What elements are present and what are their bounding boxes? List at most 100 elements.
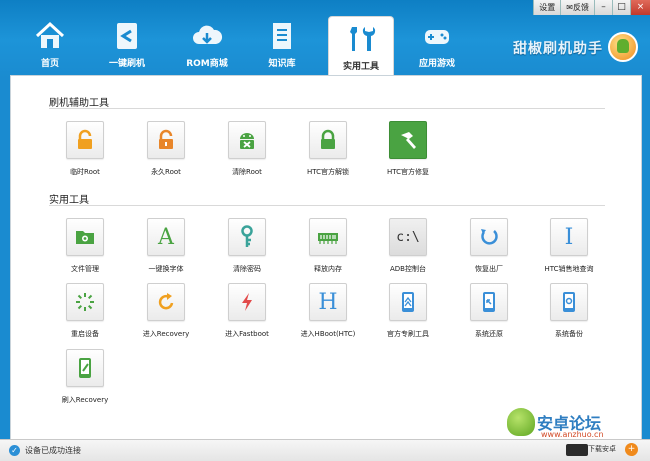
memory-icon — [318, 233, 338, 244]
tools-panel: 刷机辅助工具 临时Root 永久Root 清除Root HTC官方解锁 HTC官… — [10, 75, 642, 441]
tool-label: 释放内存 — [314, 265, 342, 273]
home-icon — [35, 21, 65, 48]
settings-button[interactable]: 设置 — [533, 0, 561, 15]
section-title-flash-tools: 刷机辅助工具 — [49, 98, 109, 109]
plus-icon: + — [625, 443, 638, 456]
hammer-icon — [401, 132, 416, 149]
brand-title: 甜椒刷机助手 — [513, 41, 603, 57]
console-icon: c:\ — [396, 229, 420, 245]
close-button[interactable]: × — [630, 0, 650, 15]
restore-icon — [481, 229, 498, 245]
tool-reboot-device[interactable]: 重启设备 — [50, 283, 120, 339]
tool-label: 系统还原 — [475, 330, 503, 338]
tool-official-flash[interactable]: 官方专刷工具 — [373, 283, 443, 339]
tool-enter-hboot[interactable]: H 进入HBoot(HTC) — [293, 283, 363, 339]
document-icon — [273, 23, 291, 49]
reboot-icon — [76, 293, 94, 311]
divider — [49, 205, 605, 206]
download-label: 下载安卓 — [588, 445, 616, 453]
lock-icon — [321, 129, 335, 149]
brand-logo-icon — [608, 32, 638, 62]
tab-rom-store[interactable]: ROM商城 — [175, 14, 239, 74]
tool-label: 重启设备 — [71, 330, 99, 338]
tool-label: ADB控制台 — [390, 265, 426, 273]
tool-label: 清除Root — [232, 168, 262, 176]
tab-knowledge-label: 知识库 — [268, 59, 296, 69]
app-window: 设置 ✉反馈 – □ × 首页 一键刷机 ROM商城 知识库 实用工具 应用游戏 — [0, 0, 650, 461]
watermark-url: www.anzhuo.cn — [541, 430, 604, 439]
tool-label: 一键换字体 — [148, 265, 184, 273]
tool-label: 文件管理 — [71, 265, 99, 273]
unlock-icon — [159, 129, 173, 149]
tool-flash-recovery[interactable]: 刷入Recovery — [50, 349, 120, 405]
tool-label: 进入Recovery — [142, 330, 190, 338]
tool-system-restore[interactable]: 系统还原 — [454, 283, 524, 339]
status-text: 设备已成功连接 — [25, 446, 81, 455]
tool-label: 进入Fastboot — [225, 330, 269, 338]
tab-rom-store-label: ROM商城 — [186, 59, 228, 69]
tool-label: 永久Root — [151, 168, 181, 176]
key-icon — [241, 225, 253, 247]
tool-file-manager[interactable]: 文件管理 — [50, 218, 120, 274]
tool-adb-console[interactable]: c:\ ADB控制台 — [373, 218, 443, 274]
info-icon: I — [564, 224, 574, 250]
tool-temp-root[interactable]: 临时Root — [50, 121, 120, 177]
tool-enter-fastboot[interactable]: 进入Fastboot — [212, 283, 282, 339]
tool-label: 临时Root — [70, 168, 100, 176]
tab-flash[interactable]: 一键刷机 — [95, 14, 159, 74]
tab-knowledge[interactable]: 知识库 — [250, 14, 314, 74]
refresh-icon — [158, 293, 174, 310]
tool-label: 恢复出厂 — [475, 265, 503, 273]
tool-factory-reset[interactable]: 恢复出厂 — [454, 218, 524, 274]
tool-perm-root[interactable]: 永久Root — [131, 121, 201, 177]
tool-label: 清除密码 — [233, 265, 261, 273]
tool-system-backup[interactable]: 系统备份 — [534, 283, 604, 339]
android-remove-icon — [240, 133, 254, 149]
feedback-icon: ✉ — [566, 3, 573, 12]
tool-label: 系统备份 — [555, 330, 583, 338]
system-restore-icon — [483, 292, 495, 312]
tool-label: 刷入Recovery — [61, 396, 109, 404]
unlock-icon — [78, 129, 92, 149]
main-nav: 首页 一键刷机 ROM商城 知识库 实用工具 应用游戏 — [0, 14, 520, 76]
tool-clear-password[interactable]: 清除密码 — [212, 218, 282, 274]
feedback-label: 反馈 — [573, 3, 589, 12]
gamepad-icon — [425, 30, 449, 44]
android-robot-icon — [507, 408, 535, 436]
feedback-button[interactable]: ✉反馈 — [560, 0, 594, 15]
tool-htc-repair[interactable]: HTC官方修复 — [373, 121, 443, 177]
tab-flash-label: 一键刷机 — [108, 59, 145, 69]
tool-htc-sales-lookup[interactable]: I HTC销售地查询 — [534, 218, 604, 274]
tool-label: HTC官方解锁 — [306, 168, 350, 176]
minimize-button[interactable]: – — [594, 0, 612, 15]
maximize-button[interactable]: □ — [612, 0, 630, 15]
download-icon — [566, 444, 588, 456]
tab-tools[interactable]: 实用工具 — [328, 16, 394, 76]
tab-apps-games[interactable]: 应用游戏 — [405, 14, 469, 74]
tool-label: HTC销售地查询 — [544, 265, 594, 273]
divider — [49, 108, 605, 109]
phone-flash-icon — [402, 292, 414, 312]
system-backup-icon — [563, 292, 575, 312]
cloud-download-icon — [193, 25, 223, 44]
tool-change-font[interactable]: A 一键换字体 — [131, 218, 201, 274]
tool-htc-unlock[interactable]: HTC官方解锁 — [293, 121, 363, 177]
tool-clear-root[interactable]: 清除Root — [212, 121, 282, 177]
tool-label: 进入HBoot(HTC) — [300, 330, 356, 338]
tool-label: 官方专刷工具 — [387, 330, 429, 338]
section-title-utilities: 实用工具 — [49, 195, 89, 206]
tool-free-memory[interactable]: 释放内存 — [293, 218, 363, 274]
status-bar: ✓ 设备已成功连接 — [0, 439, 650, 461]
check-icon: ✓ — [9, 445, 20, 456]
tab-apps-games-label: 应用游戏 — [418, 59, 455, 69]
tab-home-label: 首页 — [40, 59, 59, 69]
folder-icon — [76, 231, 94, 244]
tool-label: HTC官方修复 — [386, 168, 430, 176]
lightning-icon — [242, 293, 252, 311]
tab-tools-label: 实用工具 — [342, 62, 379, 72]
hboot-icon: H — [318, 289, 338, 315]
tab-home[interactable]: 首页 — [18, 14, 82, 74]
font-icon: A — [158, 224, 174, 250]
tool-enter-recovery[interactable]: 进入Recovery — [131, 283, 201, 339]
download-button[interactable]: 下载安卓 + — [566, 443, 640, 457]
